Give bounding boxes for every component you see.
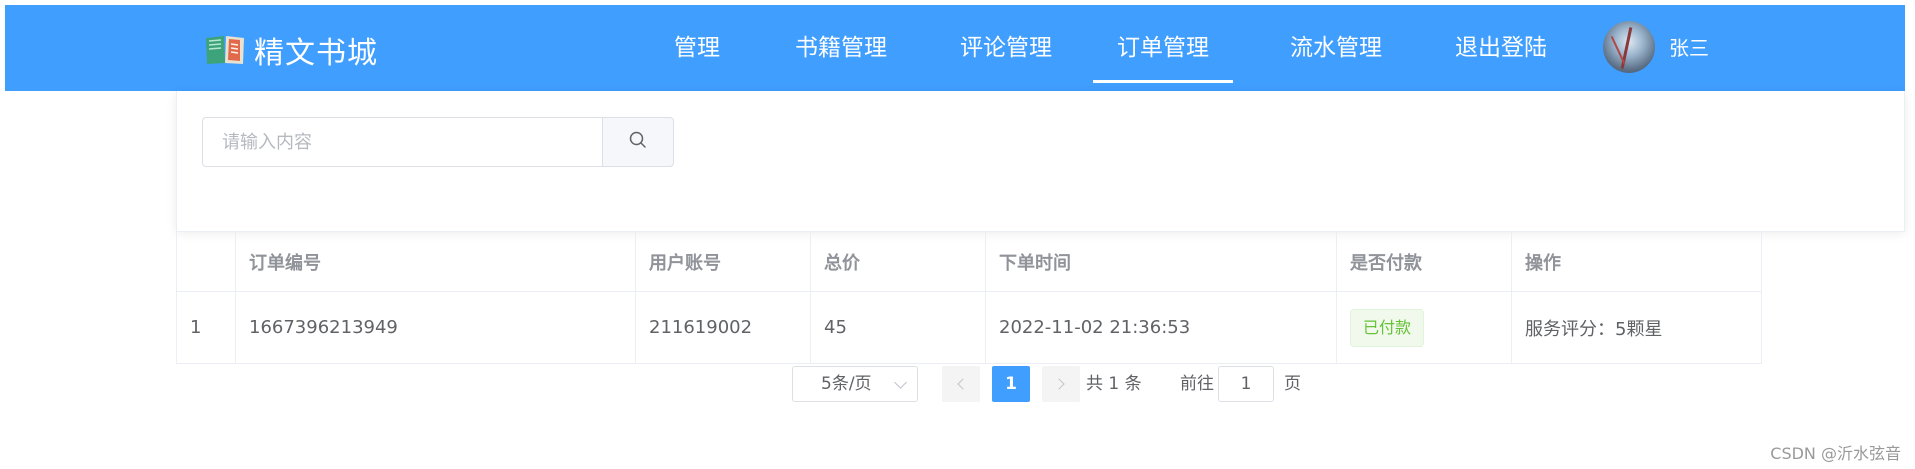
paid-status-cell: 已付款 — [1337, 292, 1512, 363]
nav-item-manage[interactable]: 管理 — [662, 5, 732, 91]
brand-title: 精文书城 — [254, 36, 378, 71]
column-header-actions: 操作 — [1512, 232, 1762, 291]
page-size-label: 5条/页 — [821, 374, 872, 394]
goto-suffix: 页 — [1284, 374, 1301, 394]
prev-page-button[interactable] — [942, 366, 980, 402]
goto-page-input[interactable] — [1218, 366, 1274, 402]
column-header-order-time: 下单时间 — [986, 232, 1337, 291]
nav-item-book-management[interactable]: 书籍管理 — [789, 5, 893, 91]
nav-item-logout[interactable]: 退出登陆 — [1449, 5, 1553, 91]
brand[interactable]: 精文书城 — [204, 30, 378, 71]
column-header-paid-status: 是否付款 — [1337, 232, 1512, 291]
column-header-order-number: 订单编号 — [236, 232, 636, 291]
total-count: 共 1 条 — [1086, 374, 1142, 394]
table-row: 1 1667396213949 211619002 45 2022-11-02 … — [176, 292, 1762, 364]
user-account: 211619002 — [636, 292, 811, 363]
table-header: 订单编号 用户账号 总价 下单时间 是否付款 操作 — [176, 232, 1762, 292]
paid-status-badge: 已付款 — [1350, 308, 1425, 347]
column-header-index — [176, 232, 236, 291]
chevron-right-icon — [1053, 378, 1065, 390]
order-number: 1667396213949 — [236, 292, 636, 363]
next-page-button[interactable] — [1042, 366, 1080, 402]
service-rating: 服务评分：5颗星 — [1512, 292, 1762, 363]
chevron-down-icon — [894, 376, 907, 389]
search-icon — [629, 131, 647, 153]
search-group — [202, 117, 674, 167]
page-size-select[interactable]: 5条/页 — [792, 366, 918, 402]
page-number-current[interactable]: 1 — [992, 366, 1030, 402]
row-index: 1 — [176, 292, 236, 363]
chevron-left-icon — [957, 378, 969, 390]
avatar[interactable] — [1603, 21, 1655, 73]
column-header-user-account: 用户账号 — [636, 232, 811, 291]
order-time: 2022-11-02 21:36:53 — [986, 292, 1337, 363]
nav-item-order-management[interactable]: 订单管理 — [1093, 5, 1233, 91]
goto-prefix: 前往 — [1180, 374, 1214, 394]
username[interactable]: 张三 — [1669, 5, 1709, 91]
column-header-total-price: 总价 — [811, 232, 986, 291]
book-icon — [204, 33, 248, 67]
total-price: 45 — [811, 292, 986, 363]
search-input[interactable] — [202, 117, 603, 167]
search-button[interactable] — [602, 117, 674, 167]
top-navbar: 精文书城 管理 书籍管理 评论管理 订单管理 流水管理 退出登陆 张三 — [5, 5, 1905, 91]
watermark: CSDN @沂水弦音 — [1770, 444, 1901, 463]
nav-item-transaction-management[interactable]: 流水管理 — [1284, 5, 1388, 91]
orders-table: 订单编号 用户账号 总价 下单时间 是否付款 操作 1 166739621394… — [176, 231, 1905, 364]
nav-item-comment-management[interactable]: 评论管理 — [954, 5, 1058, 91]
search-panel — [176, 91, 1905, 231]
